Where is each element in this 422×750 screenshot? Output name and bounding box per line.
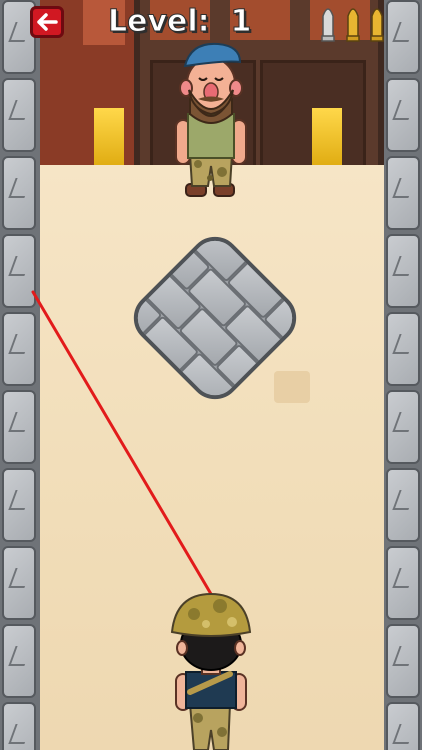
- level-number: 1: [230, 4, 252, 40]
- game-scene[interactable]: Level: 1: [0, 0, 422, 750]
- enemy-character: [175, 42, 247, 197]
- bullet-loaded-icon: [346, 8, 360, 42]
- back-button[interactable]: [30, 6, 64, 38]
- bullet-used-icon: [321, 8, 335, 42]
- level-indicator: Level: 1: [108, 2, 252, 42]
- player-soldier[interactable]: [166, 592, 256, 750]
- level-label: Level:: [108, 4, 211, 40]
- back-arrow-icon: [37, 13, 58, 31]
- bullet-loaded-icon: [370, 8, 384, 42]
